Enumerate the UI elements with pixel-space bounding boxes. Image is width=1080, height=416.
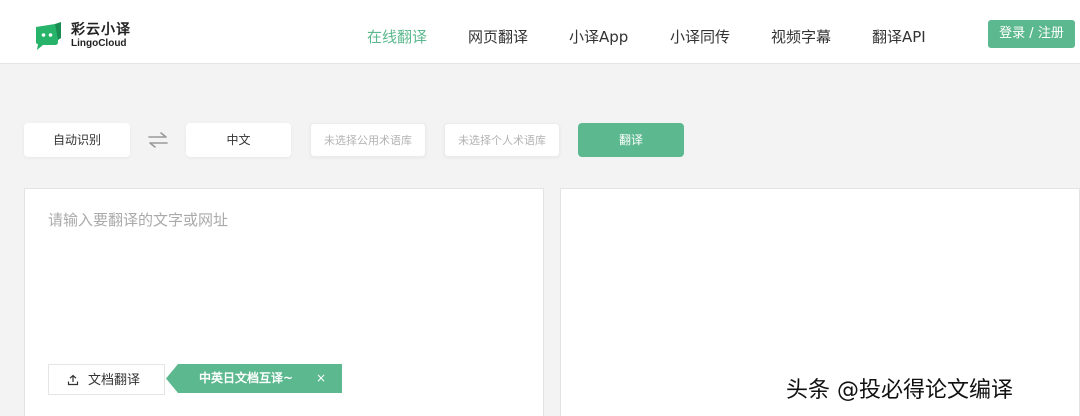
brand-name-en: LingoCloud [71,38,127,49]
personal-glossary-select[interactable]: 未选择个人术语库 [444,123,560,157]
source-text-input[interactable] [48,209,518,349]
public-glossary-select[interactable]: 未选择公用术语库 [310,123,426,157]
upload-icon [67,374,79,386]
promo-tag-close-button[interactable]: × [316,364,326,393]
login-register-button[interactable]: 登录 / 注册 [988,20,1075,48]
swap-arrows-icon[interactable] [146,130,170,150]
target-language-select[interactable]: 中文 [186,123,291,157]
nav-simultaneous[interactable]: 小译同传 [670,26,730,47]
translate-button[interactable]: 翻译 [578,123,684,157]
nav-app[interactable]: 小译App [569,26,628,47]
nav-web-translate[interactable]: 网页翻译 [468,26,528,47]
top-header: 彩云小译 LingoCloud 在线翻译 网页翻译 小译App 小译同传 视频字… [0,0,1080,64]
brand-name: 彩云小译 [71,22,131,38]
promo-tag: 中英日文档互译~ × [166,364,342,393]
nav-online-translate[interactable]: 在线翻译 [367,26,427,47]
source-language-select[interactable]: 自动识别 [24,123,130,157]
promo-tag-text: 中英日文档互译~ [199,371,294,385]
document-translate-button[interactable]: 文档翻译 [48,364,165,395]
nav-api[interactable]: 翻译API [872,26,926,47]
nav-video-subtitles[interactable]: 视频字幕 [771,26,831,47]
lingocloud-logo-icon [36,22,61,50]
document-translate-label: 文档翻译 [88,373,141,388]
watermark: 头条 @投必得论文编译 [786,378,1013,403]
